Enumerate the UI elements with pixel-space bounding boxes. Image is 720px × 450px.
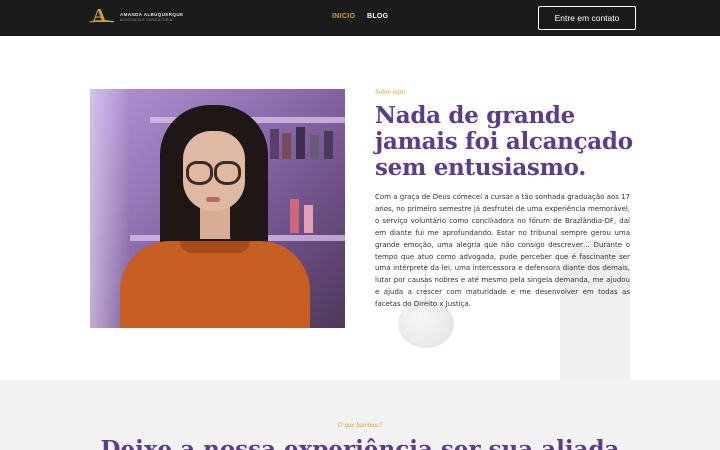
nav-link-inicio[interactable]: INICIO [332,13,355,20]
about-eyebrow: Sobre mim [375,88,405,96]
nav-link-blog[interactable]: BLOG [367,13,388,20]
top-navbar: A AMANDA ALBUQUERQUE ADVOCACIA E CONSULT… [0,0,720,36]
contact-button[interactable]: Entre em contato [538,6,636,30]
logo-tagline: ADVOCACIA E CONSULTORIA [120,17,173,22]
logo-name: AMANDA ALBUQUERQUE [120,11,184,17]
services-heading: Deixe a nossa experiência ser sua aliada [100,436,620,450]
about-paragraph: Com a graça de Deus comecei a cursar a t… [375,193,630,309]
logo-a-icon: A [89,5,115,27]
logo-text: AMANDA ALBUQUERQUE ADVOCACIA E CONSULTOR… [120,11,184,22]
about-heading: Nada de grande jamais foi alcançado sem … [375,102,633,181]
brand-logo[interactable]: A AMANDA ALBUQUERQUE ADVOCACIA E CONSULT… [89,5,184,27]
profile-photo [90,89,345,328]
services-eyebrow: O que fazemos? [337,421,383,429]
